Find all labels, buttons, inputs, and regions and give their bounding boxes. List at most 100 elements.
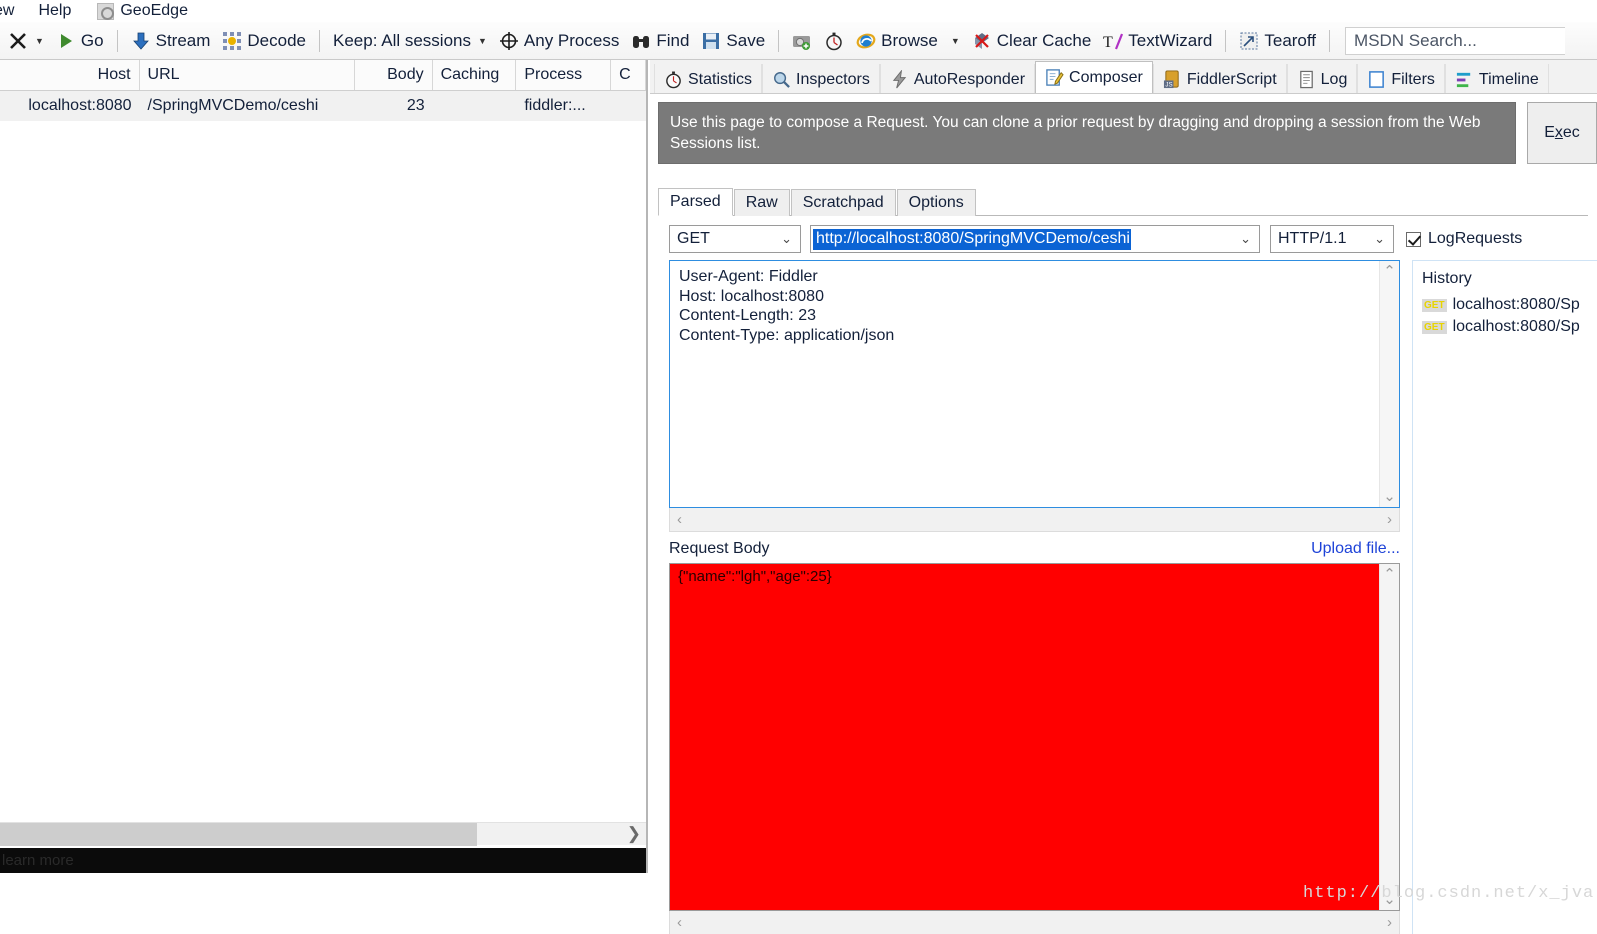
browse-label: Browse <box>881 30 938 50</box>
scroll-down-arrow-icon[interactable]: ⌄ <box>1383 489 1396 504</box>
subtab-parsed[interactable]: Parsed <box>658 188 733 216</box>
capture-screenshot-button[interactable] <box>786 24 818 58</box>
column-header-caching[interactable]: Caching <box>433 60 517 90</box>
request-body-label: Request Body <box>669 540 770 557</box>
execute-button[interactable]: Exec <box>1527 102 1597 164</box>
menu-help[interactable]: Help <box>26 0 83 22</box>
decode-grid-icon <box>223 31 242 50</box>
binoculars-icon <box>633 35 650 48</box>
sessions-horizontal-scrollbar[interactable]: ❯ <box>0 822 646 846</box>
list-item[interactable]: GET localhost:8080/Sp <box>1413 316 1597 338</box>
scrollbar-thumb[interactable] <box>0 823 477 846</box>
scroll-up-arrow-icon-body[interactable]: ⌃ <box>1383 567 1396 582</box>
keep-sessions-dropdown[interactable]: Keep: All sessions ▼ <box>327 24 493 58</box>
close-x-icon <box>10 32 26 49</box>
body-vertical-scrollbar[interactable]: ⌃ ⌄ <box>1379 564 1399 910</box>
request-body-text[interactable]: {"name":"lgh","age":25} <box>670 564 1379 910</box>
headers-horizontal-scrollbar[interactable]: ‹ › <box>669 508 1400 532</box>
lightning-icon <box>892 70 907 89</box>
go-button[interactable]: Go <box>50 24 110 58</box>
scroll-left-arrow-icon[interactable]: ‹ <box>677 511 682 528</box>
request-headers-text[interactable]: User-Agent: Fiddler Host: localhost:8080… <box>670 261 1379 507</box>
body-horizontal-scrollbar[interactable]: ‹ › <box>669 911 1400 934</box>
upload-file-link[interactable]: Upload file... <box>1311 540 1400 558</box>
subtab-scratchpad[interactable]: Scratchpad <box>790 189 896 216</box>
learn-more-link[interactable]: learn more <box>2 852 74 869</box>
web-sessions-panel: Host URL Body Caching Process C localhos… <box>0 60 648 873</box>
stopwatch-icon <box>826 32 842 50</box>
process-filter-button[interactable]: Any Process <box>493 24 625 58</box>
cell-process: fiddler:... <box>524 97 586 114</box>
save-disk-icon <box>703 32 720 49</box>
list-item[interactable]: GET localhost:8080/Sp <box>1413 294 1597 316</box>
column-header-url[interactable]: URL <box>140 60 355 90</box>
history-title: History <box>1422 270 1472 287</box>
find-button[interactable]: Find <box>625 24 695 58</box>
request-body-editor[interactable]: {"name":"lgh","age":25} ⌃ ⌄ <box>669 563 1400 911</box>
decode-button[interactable]: Decode <box>216 24 312 58</box>
checkbox-icon[interactable] <box>1406 231 1421 247</box>
clear-cache-button[interactable]: Clear Cache <box>966 24 1098 58</box>
headers-vertical-scrollbar[interactable]: ⌃ ⌄ <box>1379 261 1399 507</box>
save-button[interactable]: Save <box>695 24 771 58</box>
textwizard-button[interactable]: T TextWizard <box>1097 24 1218 58</box>
tab-fiddlerscript[interactable]: JS FiddlerScript <box>1152 64 1287 93</box>
stream-button[interactable]: Stream <box>125 24 217 58</box>
request-line-row: GET ⌄ http://localhost:8080/SpringMVCDem… <box>669 225 1589 253</box>
subtab-options[interactable]: Options <box>896 189 976 216</box>
toolbar-separator <box>116 29 118 52</box>
scroll-right-arrow-icon-headers[interactable]: › <box>1387 511 1392 528</box>
js-script-icon: JS <box>1163 70 1179 89</box>
http-version-select[interactable]: HTTP/1.1 ⌄ <box>1270 225 1394 253</box>
camera-icon <box>793 35 811 50</box>
right-pane: Statistics Inspectors AutoResponder Comp… <box>650 60 1597 934</box>
stream-label: Stream <box>155 30 211 50</box>
menu-view[interactable]: ew <box>0 0 26 22</box>
http-method-select[interactable]: GET ⌄ <box>669 225 801 253</box>
tab-filters[interactable]: Filters <box>1357 64 1445 93</box>
column-header-body[interactable]: Body <box>355 60 433 90</box>
scroll-up-arrow-icon[interactable]: ⌃ <box>1383 264 1396 279</box>
chevron-down-icon-url: ⌄ <box>1240 231 1251 246</box>
chevron-down-icon-version: ⌄ <box>1374 231 1385 246</box>
log-requests-label: LogRequests <box>1428 230 1523 247</box>
request-url-value: http://localhost:8080/SpringMVCDemo/cesh… <box>813 228 1131 250</box>
menu-geoedge[interactable]: GeoEdge <box>97 0 188 22</box>
tab-inspectors[interactable]: Inspectors <box>762 64 880 93</box>
scroll-left-arrow-icon-body[interactable]: ‹ <box>677 914 682 931</box>
verb-badge: GET <box>1422 298 1447 312</box>
column-header-host[interactable]: Host <box>0 60 140 90</box>
remove-sessions-button[interactable]: ▼ <box>2 24 50 58</box>
tab-composer[interactable]: Composer <box>1035 61 1153 93</box>
tab-inspectors-label: Inspectors <box>796 70 870 88</box>
msdn-search-input[interactable]: MSDN Search... <box>1345 26 1566 55</box>
cell-host: localhost:8080 <box>28 97 132 114</box>
tab-autoresponder[interactable]: AutoResponder <box>879 64 1036 93</box>
verb-badge: GET <box>1422 320 1447 334</box>
column-header-content-type[interactable]: C <box>611 60 646 90</box>
tab-timeline[interactable]: Timeline <box>1444 64 1549 93</box>
subtab-raw[interactable]: Raw <box>733 189 790 216</box>
svg-text:T: T <box>1103 34 1113 51</box>
textwizard-icon: T <box>1103 33 1124 51</box>
tab-statistics-label: Statistics <box>688 70 753 88</box>
log-page-icon <box>1299 70 1313 89</box>
menu-bar: ew Help GeoEdge <box>0 0 1597 22</box>
tearoff-button[interactable]: Tearoff <box>1233 24 1322 58</box>
scroll-right-arrow-icon[interactable]: ❯ <box>627 824 641 844</box>
request-headers-editor[interactable]: User-Agent: Fiddler Host: localhost:8080… <box>669 260 1400 508</box>
log-requests-checkbox[interactable]: LogRequests <box>1406 230 1522 248</box>
table-row[interactable]: localhost:8080 /SpringMVCDemo/ceshi 23 f… <box>0 91 646 121</box>
tab-statistics[interactable]: Statistics <box>654 64 763 93</box>
process-filter-label: Any Process <box>523 30 620 50</box>
clear-cache-icon <box>974 32 989 49</box>
column-header-process[interactable]: Process <box>516 60 612 90</box>
tab-filters-label: Filters <box>1391 70 1435 88</box>
browse-button[interactable]: Browse ▼ <box>850 24 966 58</box>
scroll-right-arrow-icon-body[interactable]: › <box>1387 914 1392 931</box>
timer-button[interactable] <box>818 24 850 58</box>
tab-log[interactable]: Log <box>1286 64 1358 93</box>
request-url-input[interactable]: http://localhost:8080/SpringMVCDemo/cesh… <box>810 225 1260 253</box>
stopwatch-icon <box>666 71 681 89</box>
chevron-down-icon: ▼ <box>35 35 44 46</box>
